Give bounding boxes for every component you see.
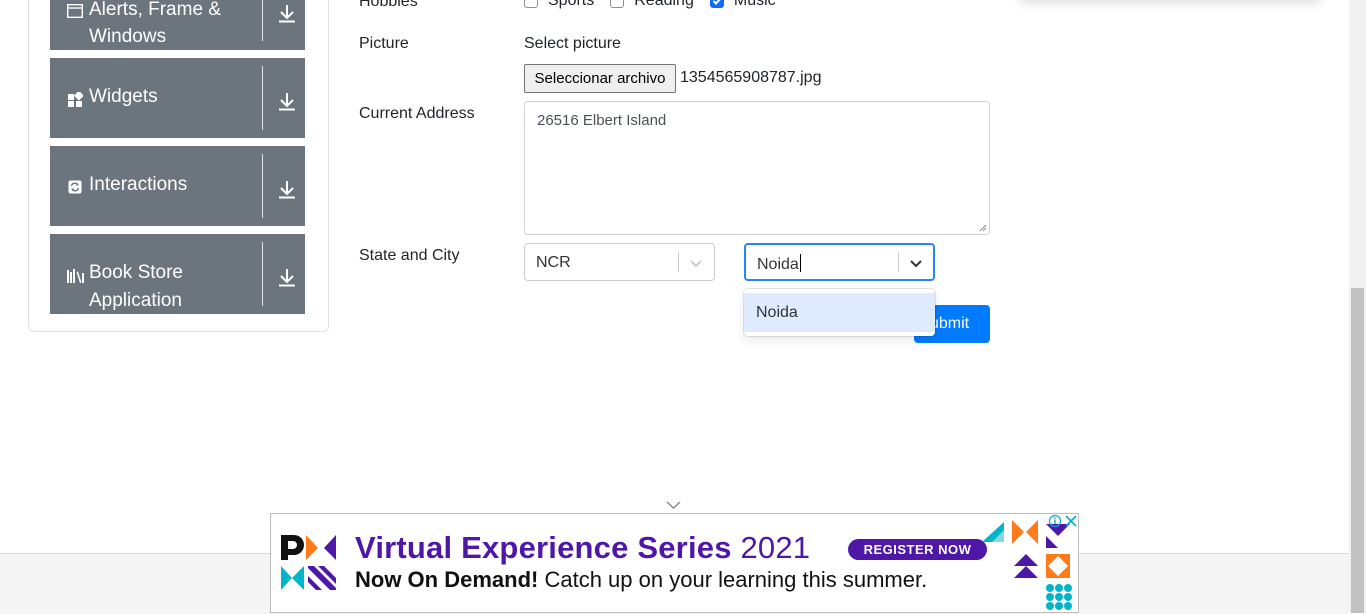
city-select-input[interactable]: Noida	[757, 254, 801, 274]
refresh-icon	[67, 179, 83, 195]
sidebar-group-interactions[interactable]: Interactions	[50, 146, 305, 226]
sidebar-group-alerts-frame-windows[interactable]: Alerts, Frame & Windows	[50, 0, 305, 50]
select-picture-label: Select picture	[524, 35, 621, 52]
download-arrow-icon[interactable]	[278, 267, 296, 287]
sidebar-group-label-line1: Alerts, Frame &	[89, 0, 221, 20]
city-select[interactable]: Noida	[744, 243, 935, 281]
ad-banner[interactable]: Virtual Experience Series 2021 REGISTER …	[270, 513, 1079, 613]
chevron-down-icon[interactable]	[666, 500, 681, 510]
city-dropdown-menu: Noida	[744, 289, 935, 336]
sidebar-group-book-store-application[interactable]: Book Store Application	[50, 234, 305, 314]
current-address-label: Current Address	[359, 105, 475, 122]
resize-grip-icon[interactable]	[979, 224, 987, 232]
widgets-grid-icon	[67, 91, 83, 107]
books-icon	[67, 268, 85, 284]
state-and-city-label: State and City	[359, 247, 460, 264]
download-arrow-icon[interactable]	[278, 179, 296, 199]
reading-checkbox[interactable]	[610, 0, 625, 8]
scrollbar-thumb[interactable]	[1351, 288, 1364, 613]
ad-decorative-shapes-icon	[982, 520, 1072, 610]
chevron-down-icon[interactable]	[688, 255, 704, 271]
choose-file-button[interactable]: Seleccionar archivo	[524, 64, 676, 93]
ad-register-now-badge[interactable]: REGISTER NOW	[848, 539, 987, 560]
separator	[262, 242, 263, 306]
ad-title: Virtual Experience Series 2021	[355, 530, 811, 565]
hobbies-label: Hobbies	[359, 0, 418, 10]
sidebar-group-label-line2: Windows	[89, 26, 167, 47]
chevron-down-icon[interactable]	[908, 255, 924, 271]
sidebar-group-label: Widgets	[89, 86, 158, 107]
sidebar-group-label: Interactions	[89, 174, 188, 195]
music-checkbox[interactable]	[709, 0, 724, 8]
separator	[898, 252, 899, 272]
current-address-textarea[interactable]: 26516 Elbert Island	[524, 101, 990, 235]
download-arrow-icon[interactable]	[278, 91, 296, 111]
picture-label: Picture	[359, 35, 409, 52]
ad-subtitle: Now On Demand! Catch up on your learning…	[355, 567, 928, 592]
state-select-value: NCR	[536, 254, 571, 271]
sidebar-group-widgets[interactable]: Widgets	[50, 58, 305, 138]
pmi-logo-icon	[281, 535, 336, 590]
ad-info-icon[interactable]	[1048, 514, 1062, 528]
hobbies-checkboxes: Sports Reading Music	[524, 0, 792, 10]
ad-close-icon[interactable]	[1065, 515, 1077, 527]
reading-label[interactable]: Reading	[634, 0, 694, 10]
music-label[interactable]: Music	[734, 0, 776, 10]
selected-file-name: 1354565908787.jpg	[680, 69, 822, 86]
current-address-value: 26516 Elbert Island	[537, 112, 667, 129]
separator	[262, 0, 263, 41]
download-arrow-icon[interactable]	[278, 3, 296, 23]
window-icon	[67, 3, 83, 19]
sports-label[interactable]: Sports	[548, 0, 594, 10]
city-option[interactable]: Noida	[744, 293, 935, 332]
separator	[678, 252, 679, 272]
checkmark-icon	[712, 0, 721, 5]
state-select[interactable]: NCR	[524, 243, 715, 281]
sports-checkbox[interactable]	[524, 0, 538, 8]
separator	[262, 66, 263, 130]
ad-controls	[1048, 514, 1077, 528]
sidebar-group-label-line1: Book Store	[89, 262, 183, 283]
sidebar-group-label-line2: Application	[89, 290, 182, 311]
separator	[262, 154, 263, 218]
